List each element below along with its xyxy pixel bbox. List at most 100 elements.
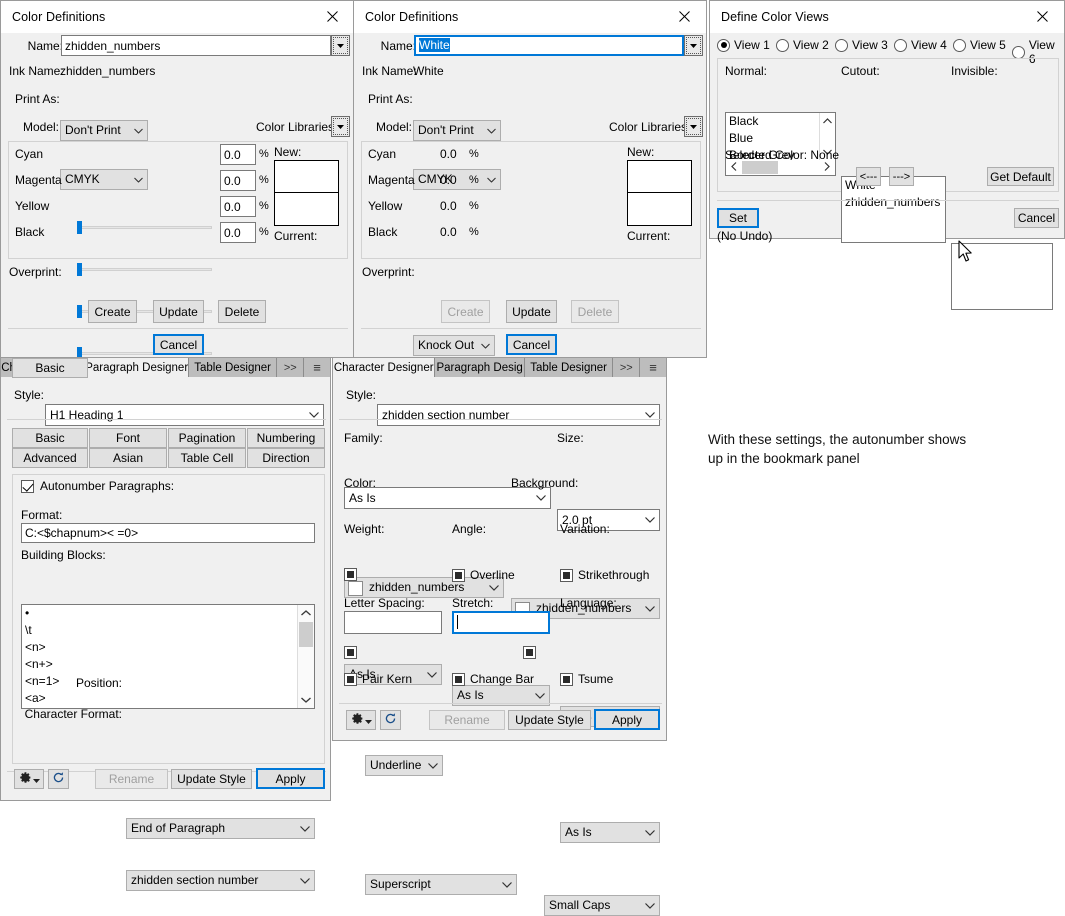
character-format-select[interactable]: zhidden section number bbox=[126, 870, 315, 891]
superscript-row[interactable] bbox=[344, 645, 357, 660]
refresh-button[interactable] bbox=[380, 710, 401, 730]
name-dropdown-button[interactable] bbox=[331, 35, 350, 56]
name-dropdown-button[interactable] bbox=[684, 35, 703, 56]
delete-button[interactable]: Delete bbox=[218, 300, 266, 323]
move-left-button[interactable]: <--- bbox=[856, 167, 881, 186]
underline-select[interactable]: Underline bbox=[365, 755, 443, 776]
tab-paragraph-designer[interactable]: Paragraph Desig bbox=[435, 358, 525, 377]
strikethrough-checkbox[interactable] bbox=[560, 568, 573, 582]
radio-view-5[interactable]: View 5 bbox=[953, 38, 1006, 52]
overflow-tabs-icon[interactable]: >> bbox=[613, 358, 641, 377]
print-as-select[interactable]: Don't Print bbox=[413, 120, 501, 141]
update-style-button[interactable]: Update Style bbox=[171, 769, 252, 789]
name-input[interactable]: White bbox=[414, 35, 684, 56]
autonumber-checkbox[interactable] bbox=[21, 479, 34, 493]
underline-checkbox[interactable] bbox=[344, 568, 357, 581]
tab-character-designer[interactable]: Character Designer bbox=[333, 358, 436, 377]
scroll-left-icon[interactable] bbox=[726, 162, 742, 173]
style-select[interactable]: H1 Heading 1 bbox=[45, 404, 324, 426]
scroll-up-icon[interactable] bbox=[820, 113, 835, 129]
smallcaps-row[interactable] bbox=[523, 645, 536, 660]
channel-magenta-input[interactable]: 0.0 bbox=[220, 170, 256, 191]
pair-kern-checkbox[interactable] bbox=[344, 672, 357, 686]
overflow-tabs-icon[interactable]: >> bbox=[277, 358, 305, 377]
slider-thumb[interactable] bbox=[77, 263, 82, 276]
tsume-row[interactable]: Tsume bbox=[560, 672, 613, 686]
pair-kern-row[interactable]: Pair Kern bbox=[344, 672, 412, 686]
strikethrough-row[interactable]: Strikethrough bbox=[560, 568, 649, 582]
superscript-checkbox[interactable] bbox=[344, 646, 357, 660]
refresh-button[interactable] bbox=[48, 769, 69, 789]
get-default-button[interactable]: Get Default bbox=[987, 167, 1054, 186]
change-bar-checkbox[interactable] bbox=[452, 672, 465, 686]
prop-tab-asian[interactable]: Asian bbox=[89, 448, 167, 468]
tab-table-designer[interactable]: Table Designer bbox=[524, 358, 614, 377]
overline-checkbox[interactable] bbox=[452, 568, 465, 582]
tsume-checkbox[interactable] bbox=[560, 672, 573, 686]
channel-cyan-slider[interactable] bbox=[77, 219, 212, 235]
close-icon[interactable] bbox=[662, 1, 706, 32]
list-item[interactable]: <n=1> bbox=[22, 673, 314, 690]
building-blocks-listbox[interactable]: • \t <n> <n+> <n=1> <a> bbox=[21, 604, 315, 709]
color-libraries-dropdown-button[interactable] bbox=[331, 116, 350, 137]
tab-paragraph-designer[interactable]: Paragraph Designer bbox=[85, 358, 189, 377]
channel-cyan-input[interactable]: 0.0 bbox=[220, 144, 256, 165]
list-item[interactable]: \t bbox=[22, 622, 314, 639]
underline-row[interactable] bbox=[344, 568, 357, 581]
options-gear-button[interactable] bbox=[14, 769, 44, 789]
channel-magenta-slider[interactable] bbox=[77, 261, 212, 277]
slider-thumb[interactable] bbox=[77, 305, 82, 318]
close-icon[interactable] bbox=[1020, 1, 1064, 32]
prop-tab-table-cell[interactable]: Table Cell bbox=[168, 448, 246, 468]
scroll-up-icon[interactable] bbox=[298, 605, 314, 621]
channel-yellow-input[interactable]: 0.0 bbox=[220, 196, 256, 217]
radio-view-2[interactable]: View 2 bbox=[776, 38, 829, 52]
update-button[interactable]: Update bbox=[506, 300, 557, 323]
list-item[interactable]: • bbox=[22, 605, 314, 622]
superscript-select[interactable]: Superscript bbox=[365, 874, 517, 895]
tab-table-designer[interactable]: Table Designer bbox=[188, 358, 278, 377]
list-item[interactable]: zhidden_numbers bbox=[842, 194, 945, 211]
close-icon[interactable] bbox=[310, 1, 354, 32]
prop-tab-advanced[interactable]: Advanced bbox=[12, 448, 88, 468]
panel-menu-icon[interactable]: ≡ bbox=[304, 358, 330, 377]
prop-tab-pagination[interactable]: Pagination bbox=[168, 428, 246, 448]
style-select[interactable]: zhidden section number bbox=[377, 404, 660, 426]
letter-spacing-input[interactable] bbox=[344, 611, 442, 634]
format-input[interactable]: C:<$chapnum>< =0> bbox=[21, 523, 315, 543]
apply-button[interactable]: Apply bbox=[256, 768, 325, 789]
character-designer-tabbar[interactable]: Character Designer Paragraph Desig Table… bbox=[333, 358, 666, 377]
scrollbar-thumb[interactable] bbox=[299, 622, 313, 647]
character-designer-panel[interactable]: Character Designer Paragraph Desig Table… bbox=[332, 357, 667, 916]
family-select[interactable]: As Is bbox=[344, 487, 551, 509]
list-item[interactable]: <n+> bbox=[22, 656, 314, 673]
print-as-select[interactable]: Don't Print bbox=[60, 120, 148, 141]
change-bar-row[interactable]: Change Bar bbox=[452, 672, 534, 686]
radio-view-3[interactable]: View 3 bbox=[835, 38, 888, 52]
normal-listbox[interactable]: Black Blue Border Grey bbox=[725, 112, 836, 176]
position-select[interactable]: End of Paragraph bbox=[126, 818, 315, 839]
prop-tab-font[interactable]: Font bbox=[89, 428, 167, 448]
horizontal-scrollbar[interactable] bbox=[726, 160, 835, 175]
property-tab-basic[interactable]: Basic bbox=[12, 358, 88, 378]
color-libraries-dropdown-button[interactable] bbox=[684, 116, 703, 137]
autonumber-checkbox-row[interactable]: Autonumber Paragraphs: bbox=[21, 479, 174, 493]
update-button[interactable]: Update bbox=[153, 300, 204, 323]
radio-view-1[interactable]: View 1 bbox=[717, 38, 770, 52]
smallcaps-select[interactable]: Small Caps bbox=[544, 895, 660, 916]
smallcaps-checkbox[interactable] bbox=[523, 646, 536, 660]
prop-tab-basic[interactable]: Basic bbox=[12, 428, 88, 448]
create-button[interactable]: Create bbox=[88, 300, 137, 323]
radio-view-4[interactable]: View 4 bbox=[894, 38, 947, 52]
color-definitions-dialog-2[interactable]: Color Definitions Name: White Ink Name: … bbox=[353, 0, 707, 358]
scroll-down-icon[interactable] bbox=[298, 692, 314, 708]
cancel-button[interactable]: Cancel bbox=[153, 334, 204, 355]
cutout-listbox[interactable]: White zhidden_numbers bbox=[841, 176, 946, 243]
name-input[interactable]: zhidden_numbers bbox=[61, 35, 331, 56]
define-color-views-dialog[interactable]: Define Color Views View 1 View 2 View 3 … bbox=[709, 0, 1065, 310]
overline-row[interactable]: Overline bbox=[452, 568, 515, 582]
list-item[interactable]: <a> bbox=[22, 690, 314, 707]
color-definitions-dialog-1[interactable]: Color Definitions Name: zhidden_numbers … bbox=[0, 0, 355, 420]
paragraph-designer-panel[interactable]: Character Desig Paragraph Designer Table… bbox=[0, 357, 331, 891]
scrollbar-thumb[interactable] bbox=[742, 161, 778, 174]
